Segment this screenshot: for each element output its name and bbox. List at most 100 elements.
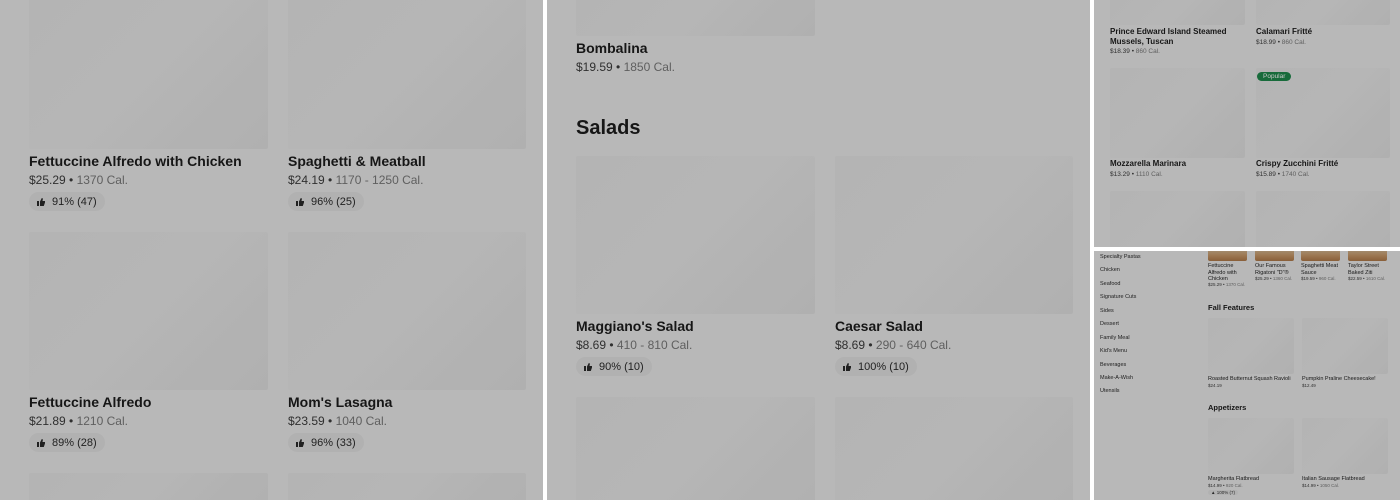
item-image[interactable] [288, 232, 526, 390]
item-price: $12.49 [1302, 383, 1316, 388]
item-price: $23.59 [288, 414, 325, 428]
sidebar-item[interactable]: Dessert [1100, 321, 1119, 327]
item-image[interactable] [288, 0, 526, 149]
rating-text: 89% (28) [52, 436, 97, 449]
item-price-cal: $15.89 • 1740 Cal. [1256, 171, 1310, 178]
item-price-cal: $25.29 • 1370 Cal. [1208, 282, 1246, 287]
item-image[interactable] [576, 156, 815, 314]
item-price: $21.89 [29, 414, 66, 428]
menu-panel-pastas: Fettuccine Alfredo with Chicken $25.29 •… [0, 0, 543, 500]
rating-badge: 96% (33) [288, 433, 364, 452]
item-title[interactable]: Mom's Lasagna [288, 394, 392, 410]
item-image[interactable] [1255, 251, 1294, 261]
thumbs-up-icon [37, 197, 45, 206]
item-calories: 1170 - 1250 Cal. [335, 173, 424, 187]
rating-text: 96% (33) [311, 436, 356, 449]
menu-panel-overview: Specialty Pastas Chicken Seafood Signatu… [1094, 251, 1400, 500]
item-price: $24.19 [288, 173, 325, 187]
item-title[interactable]: Margherita Flatbread [1208, 476, 1298, 483]
item-image[interactable] [29, 0, 268, 149]
item-image[interactable] [1110, 0, 1245, 25]
item-image[interactable] [1348, 251, 1387, 261]
rating-text: 96% (25) [311, 195, 356, 208]
item-title[interactable]: Fettuccine Alfredo with Chicken [1208, 263, 1248, 283]
item-title[interactable]: Mozzarella Marinara [1110, 159, 1240, 169]
item-image[interactable] [1110, 68, 1245, 158]
sidebar-item[interactable]: Chicken [1100, 267, 1120, 273]
menu-panel-appetizers: Prince Edward Island Steamed Mussels, Tu… [1094, 0, 1400, 247]
item-price-cal: $23.59 • 1040 Cal. [288, 414, 387, 428]
rating-text: 100% (7) [1216, 490, 1235, 495]
section-heading: Salads [576, 117, 641, 139]
item-price-cal: $8.69 • 290 - 640 Cal. [835, 338, 952, 352]
thumbs-up-icon [843, 362, 851, 371]
item-image[interactable] [1208, 318, 1294, 374]
item-title[interactable]: Roasted Butternut Squash Ravioli [1208, 376, 1298, 383]
item-title[interactable]: Calamari Fritté [1256, 27, 1386, 37]
item-price-cal: $19.59 • 960 Cal. [1301, 276, 1336, 281]
item-calories: 1210 Cal. [76, 414, 128, 428]
item-price-cal: $18.99 • 860 Cal. [1256, 39, 1306, 46]
item-title[interactable]: Crispy Zucchini Fritté [1256, 159, 1386, 169]
item-title[interactable]: Spaghetti & Meatball [288, 153, 426, 169]
item-title[interactable]: Taylor Street Baked Ziti [1348, 263, 1388, 276]
item-calories: 1850 Cal. [623, 60, 675, 74]
item-image[interactable] [29, 473, 268, 500]
item-title[interactable]: Spaghetti Meat Sauce [1301, 263, 1345, 276]
item-image[interactable] [1256, 191, 1390, 247]
item-image[interactable] [1302, 318, 1388, 374]
item-image[interactable] [29, 232, 268, 390]
item-price-cal: $19.59 • 1850 Cal. [576, 60, 675, 74]
item-price: $15.89 [1256, 171, 1276, 178]
item-price: $22.59 [1348, 276, 1362, 281]
sidebar-item[interactable]: Utensils [1100, 388, 1120, 394]
item-image[interactable] [576, 0, 815, 36]
rating-badge: 90% (10) [576, 357, 652, 376]
item-price: $25.29 [1208, 282, 1222, 287]
item-title[interactable]: Fettuccine Alfredo with Chicken [29, 153, 242, 169]
item-image[interactable] [1301, 251, 1340, 261]
item-title[interactable]: Prince Edward Island Steamed Mussels, Tu… [1110, 27, 1240, 47]
item-calories: 1040 Cal. [335, 414, 387, 428]
item-price-cal: $13.29 • 1110 Cal. [1110, 171, 1163, 178]
item-image[interactable] [835, 156, 1073, 314]
item-image[interactable] [835, 397, 1073, 500]
item-price: $14.99 [1208, 483, 1222, 488]
item-image[interactable] [1256, 68, 1390, 158]
item-image[interactable] [1256, 0, 1390, 25]
sidebar-item[interactable]: Seafood [1100, 281, 1121, 287]
item-title[interactable]: Bombalina [576, 40, 648, 56]
sidebar-item[interactable]: Beverages [1100, 362, 1126, 368]
item-price: $13.29 [1110, 171, 1130, 178]
item-price: $8.69 [576, 338, 607, 352]
item-image[interactable] [1208, 251, 1247, 261]
item-title[interactable]: Fettuccine Alfredo [29, 394, 151, 410]
item-image[interactable] [1110, 191, 1245, 247]
item-calories: 1610 Cal. [1365, 276, 1386, 281]
rating-badge: 89% (28) [29, 433, 105, 452]
item-price-cal: $22.59 • 1610 Cal. [1348, 276, 1386, 281]
item-calories: 860 Cal. [1135, 48, 1160, 55]
item-image[interactable] [1302, 418, 1388, 474]
sidebar-item[interactable]: Family Meal [1100, 335, 1130, 341]
item-image[interactable] [288, 473, 526, 500]
item-image[interactable] [1208, 418, 1294, 474]
item-calories: 290 - 640 Cal. [875, 338, 952, 352]
item-price-cal: $25.29 • 1370 Cal. [29, 173, 128, 187]
sidebar-item[interactable]: Kid's Menu [1100, 348, 1127, 354]
sidebar-item[interactable]: Specialty Pastas [1100, 254, 1141, 260]
item-image[interactable] [576, 397, 815, 500]
sidebar-item[interactable]: Sides [1100, 308, 1114, 314]
item-title[interactable]: Pumpkin Praline Cheesecake! [1302, 376, 1392, 383]
item-title[interactable]: Italian Sausage Flatbread [1302, 476, 1392, 483]
sidebar-item[interactable]: Signature Cuts [1100, 294, 1136, 300]
rating-badge: 91% (47) [29, 192, 105, 211]
item-price-cal: $21.89 • 1210 Cal. [29, 414, 128, 428]
rating-badge: 96% (25) [288, 192, 364, 211]
item-title[interactable]: Maggiano's Salad [576, 318, 694, 334]
sidebar-item[interactable]: Make-A-Wish [1100, 375, 1133, 381]
item-title[interactable]: Caesar Salad [835, 318, 923, 334]
item-title[interactable]: Our Famous Rigatoni "D"® [1255, 263, 1299, 276]
item-price-cal: $24.19 • 1170 - 1250 Cal. [288, 173, 424, 187]
item-price-cal: $14.99 • 920 Cal. [1208, 483, 1243, 488]
